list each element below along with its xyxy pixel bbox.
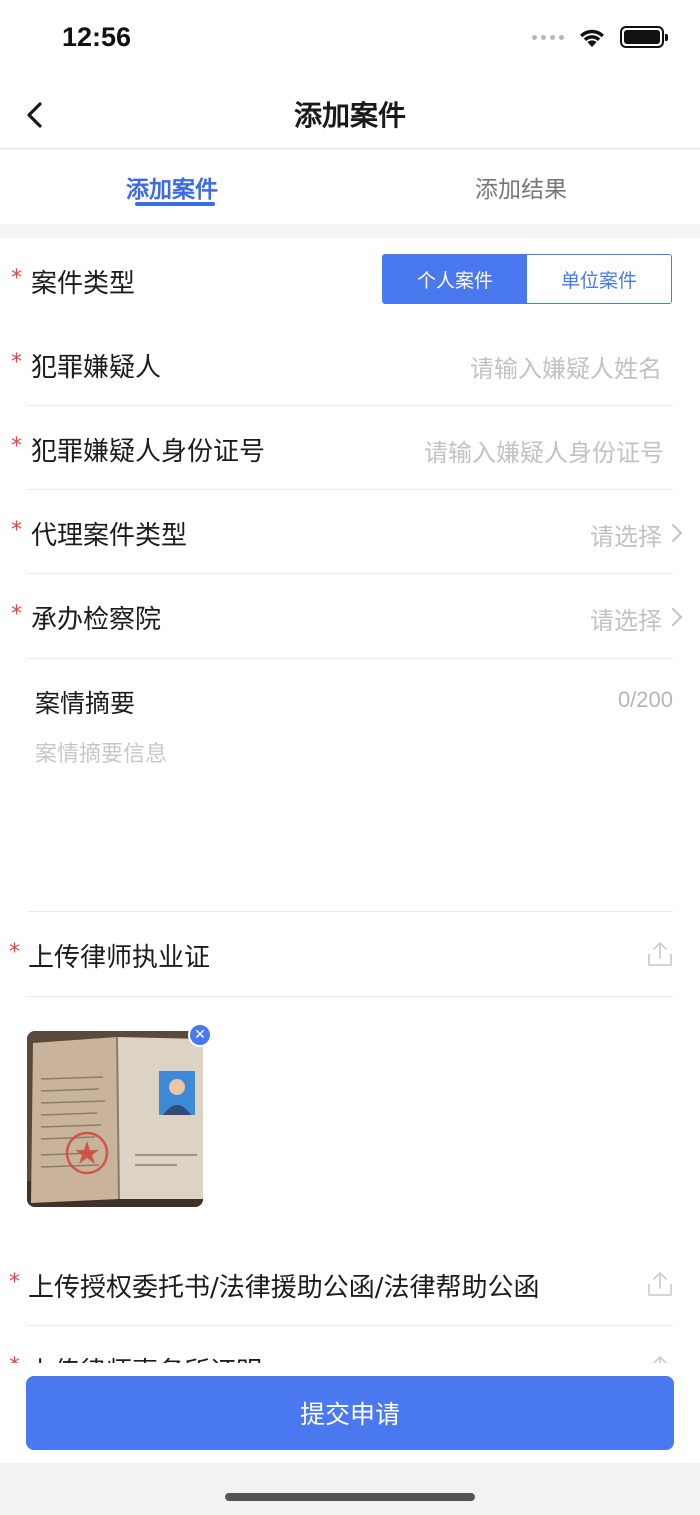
home-indicator-area [0,1463,700,1515]
procuratorate-row[interactable]: * 承办检察院 请选择 [0,574,700,658]
submit-button[interactable]: 提交申请 [26,1376,674,1450]
required-mark: * [11,434,22,459]
case-type-option-organization[interactable]: 单位案件 [527,255,671,303]
required-mark: * [9,1270,20,1295]
required-mark: * [9,940,20,965]
suspect-name-input[interactable]: 请输入嫌疑人姓名 [470,349,662,384]
nav-bar: 添加案件 [0,78,700,149]
upload-license-row[interactable]: * 上传律师执业证 [0,912,700,996]
summary-label: 案情摘要 [35,689,136,718]
status-icons [532,26,668,48]
battery-icon [620,26,668,48]
agency-case-type-row[interactable]: * 代理案件类型 请选择 [0,490,700,574]
uploaded-license-thumbnail[interactable] [27,1031,203,1207]
upload-authorization-row[interactable]: * 上传授权委托书/法律援助公函/法律帮助公函 [0,1242,700,1326]
required-mark: * [11,266,22,291]
bottom-action-bar: 提交申请 [0,1363,700,1463]
procuratorate-select[interactable]: 请选择 [590,601,662,636]
case-type-segmented-control: 个人案件 单位案件 [382,254,672,304]
tab-add-result[interactable]: 添加结果 [475,170,567,204]
case-form: * 案件类型 个人案件 单位案件 * 犯罪嫌疑人 请输入嫌疑人姓名 * 犯罪嫌疑… [0,238,700,1363]
required-mark: * [11,518,22,543]
status-time: 12:56 [62,22,132,52]
upload-icon[interactable] [646,1354,674,1363]
suspect-name-row[interactable]: * 犯罪嫌疑人 请输入嫌疑人姓名 [0,322,700,406]
upload-firm-proof-label: 上传律师事务所证明 [28,1351,262,1363]
agency-case-type-select[interactable]: 请选择 [590,517,662,552]
chevron-right-icon [672,608,683,626]
tab-bar: 添加案件 添加结果 [0,150,700,224]
summary-textarea[interactable]: 案情摘要信息 [35,736,167,768]
required-mark: * [11,602,22,627]
suspect-id-input[interactable]: 请输入嫌疑人身份证号 [424,433,664,468]
case-type-label: 案件类型 [31,269,136,299]
upload-firm-proof-row[interactable]: * 上传律师事务所证明 [0,1326,700,1363]
upload-authorization-label: 上传授权委托书/法律援助公函/法律帮助公函 [28,1273,540,1303]
required-mark: * [9,1354,20,1363]
home-indicator[interactable] [225,1493,475,1501]
case-type-option-individual[interactable]: 个人案件 [383,255,527,303]
upload-icon[interactable] [646,940,674,968]
chevron-right-icon [672,524,683,542]
license-photo-image [27,1031,203,1207]
divider [27,658,673,659]
divider [27,996,673,997]
remove-image-button[interactable]: ✕ [188,1023,212,1047]
signal-icon [532,34,564,40]
case-type-row: * 案件类型 个人案件 单位案件 [0,238,700,322]
required-mark: * [11,350,22,375]
status-bar: 12:56 [0,0,700,78]
suspect-id-row[interactable]: * 犯罪嫌疑人身份证号 请输入嫌疑人身份证号 [0,406,700,490]
tab-add-case[interactable]: 添加案件 [126,170,218,204]
summary-char-count: 0/200 [617,687,673,712]
suspect-id-label: 犯罪嫌疑人身份证号 [31,437,266,467]
suspect-name-label: 犯罪嫌疑人 [31,353,162,383]
upload-license-label: 上传律师执业证 [28,943,211,973]
upload-icon[interactable] [646,1270,674,1298]
tab-active-indicator [135,202,215,206]
wifi-icon [580,29,604,47]
agency-case-type-label: 代理案件类型 [31,521,188,551]
page-title: 添加案件 [293,99,406,132]
procuratorate-label: 承办检察院 [31,605,162,635]
